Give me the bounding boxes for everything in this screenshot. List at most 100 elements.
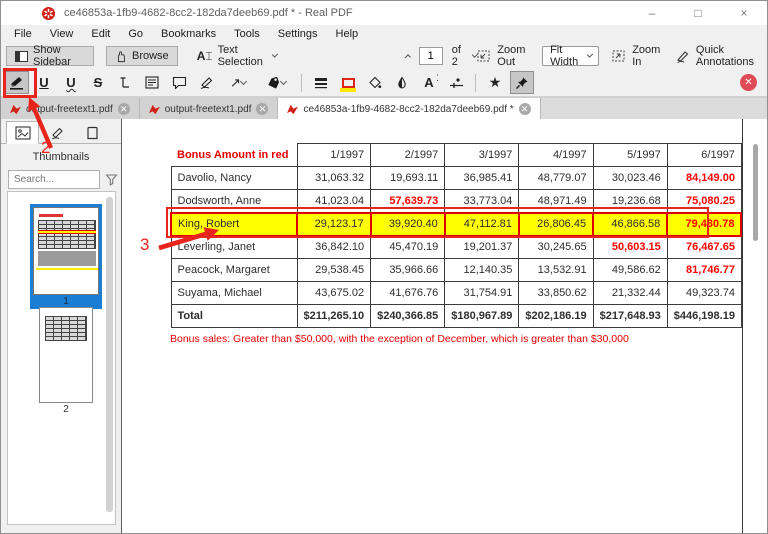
sidebar-icon xyxy=(15,51,28,62)
menu-item-go[interactable]: Go xyxy=(119,28,152,40)
font-icon: A xyxy=(424,75,433,90)
ink-pen-tool-button[interactable] xyxy=(194,71,218,94)
line-width-button[interactable] xyxy=(309,71,333,94)
bonus-value-cell: 31,063.32 xyxy=(297,167,371,190)
tab-close-icon[interactable]: ✕ xyxy=(519,103,531,115)
slider-icon xyxy=(449,77,464,89)
menu-item-help[interactable]: Help xyxy=(327,28,368,40)
squiggly-underline-icon: U xyxy=(66,75,75,90)
bonus-value-cell: 19,201.37 xyxy=(445,236,519,259)
caret-tool-button[interactable] xyxy=(113,71,137,94)
total-value-cell: $446,198.19 xyxy=(667,305,741,328)
sidebar-tab-thumbnails[interactable] xyxy=(6,121,39,144)
employee-name-cell: Davolio, Nancy xyxy=(171,167,297,190)
outline-color-button[interactable] xyxy=(336,71,360,94)
comment-tool-button[interactable] xyxy=(167,71,191,94)
highlight-tool-button[interactable] xyxy=(5,71,29,94)
column-header-cell: 1/1997 xyxy=(297,144,371,167)
bonus-value-cell: 75,080.25 xyxy=(667,190,741,213)
sidebar-tab-strip xyxy=(1,119,121,144)
sidebar-tab-bookmarks[interactable] xyxy=(76,121,109,144)
filter-funnel-icon[interactable] xyxy=(105,173,118,186)
page-navigation: of 2 xyxy=(406,44,476,68)
strikeout-icon: S xyxy=(94,75,103,90)
note-tool-button[interactable] xyxy=(140,71,164,94)
document-scrollbar[interactable] xyxy=(753,144,758,241)
menu-item-tools[interactable]: Tools xyxy=(225,28,269,40)
tab-close-icon[interactable]: ✕ xyxy=(256,103,268,115)
squiggly-underline-tool-button[interactable]: U xyxy=(59,71,83,94)
bonus-value-cell: 29,538.45 xyxy=(297,259,371,282)
bonus-value-cell: 12,140.35 xyxy=(445,259,519,282)
bonus-value-cell: 76,467.65 xyxy=(667,236,741,259)
zoom-in-label[interactable]: Zoom In xyxy=(632,44,661,68)
sidebar: Thumbnails 1 xyxy=(1,119,122,533)
previous-page-icon[interactable] xyxy=(405,54,411,60)
column-header-cell: 4/1997 xyxy=(519,144,593,167)
pen-icon xyxy=(199,76,214,89)
employee-name-cell: Leverling, Janet xyxy=(171,236,297,259)
arrow-tool-button[interactable]: ↗ xyxy=(221,71,255,94)
opacity-drop-button[interactable] xyxy=(390,71,414,94)
browse-button[interactable]: Browse xyxy=(106,46,178,66)
zoom-level-value: Fit Width xyxy=(550,44,579,68)
bonus-value-cell: 46,866.58 xyxy=(593,213,667,236)
document-tab-3[interactable]: ce46853a-1fb9-4682-8cc2-182da7deeb69.pdf… xyxy=(278,98,540,120)
bonus-value-cell: 21,332.44 xyxy=(593,282,667,305)
bonus-value-cell: 43,675.02 xyxy=(297,282,371,305)
page-thumbnail-2[interactable]: 2 xyxy=(33,307,99,417)
annotation-toolbar: U U S ↗ A ★ ✕ xyxy=(1,69,767,97)
sidebar-tab-annotations[interactable] xyxy=(41,121,74,144)
zoom-in-icon[interactable] xyxy=(611,49,626,63)
close-annotation-toolbar-button[interactable]: ✕ xyxy=(740,74,757,91)
fill-bucket-icon xyxy=(368,76,382,89)
droplet-icon xyxy=(396,76,408,89)
menu-item-settings[interactable]: Settings xyxy=(269,28,327,40)
bonus-value-cell: 39,920.40 xyxy=(371,213,445,236)
page-thumbnail-1[interactable]: 1 xyxy=(30,204,102,309)
document-tab-2[interactable]: output-freetext1.pdf✕ xyxy=(140,98,279,120)
bonus-value-cell: 30,245.65 xyxy=(519,236,593,259)
zoom-out-label[interactable]: Zoom Out xyxy=(497,44,532,68)
menu-item-bookmarks[interactable]: Bookmarks xyxy=(152,28,225,40)
strikeout-tool-button[interactable]: S xyxy=(86,71,110,94)
underline-tool-button[interactable]: U xyxy=(32,71,56,94)
hand-icon xyxy=(115,50,127,63)
menu-item-view[interactable]: View xyxy=(41,28,83,40)
pin-toolbar-button[interactable] xyxy=(510,71,534,94)
table-total-row: Total$211,265.10$240,366.85$180,967.89$2… xyxy=(171,305,741,328)
menu-item-file[interactable]: File xyxy=(5,28,41,40)
speech-bubble-icon xyxy=(172,76,187,89)
font-settings-button[interactable]: A xyxy=(417,71,441,94)
column-header-cell: 5/1997 xyxy=(593,144,667,167)
bonus-value-cell: 81,746.77 xyxy=(667,259,741,282)
zoom-out-icon[interactable] xyxy=(476,49,491,63)
bonus-table: Bonus Amount in red1/19972/19973/19974/1… xyxy=(170,143,742,328)
quick-annotations-icon[interactable] xyxy=(675,50,690,63)
minimize-button[interactable]: – xyxy=(629,1,675,25)
title-bar: ce46853a-1fb9-4682-8cc2-182da7deeb69.pdf… xyxy=(1,1,767,25)
table-row: Davolio, Nancy31,063.3219,693.1136,985.4… xyxy=(171,167,741,190)
text-selection-button[interactable]: A⌶ Text Selection xyxy=(188,46,286,66)
total-value-cell: $180,967.89 xyxy=(445,305,519,328)
bonus-value-cell: 48,779.07 xyxy=(519,167,593,190)
tab-close-icon[interactable]: ✕ xyxy=(118,103,130,115)
menu-item-edit[interactable]: Edit xyxy=(82,28,119,40)
bonus-value-cell: 45,470.19 xyxy=(371,236,445,259)
show-sidebar-button[interactable]: Show Sidebar xyxy=(6,46,94,66)
sidebar-scrollbar[interactable] xyxy=(106,197,113,512)
document-tab-1[interactable]: output-freetext1.pdf ✕ xyxy=(1,98,140,120)
thumbnail-search-input[interactable] xyxy=(8,170,100,189)
app-logo-icon xyxy=(41,6,56,21)
quick-annotations-label[interactable]: Quick Annotations xyxy=(696,44,759,68)
stamp-tool-button[interactable] xyxy=(258,71,294,94)
fill-color-button[interactable] xyxy=(363,71,387,94)
toolbar-separator xyxy=(475,74,476,92)
zoom-level-select[interactable]: Fit Width xyxy=(542,46,599,66)
favorite-tool-button[interactable]: ★ xyxy=(483,71,507,94)
tab-label: output-freetext1.pdf xyxy=(26,104,113,115)
maximize-button[interactable]: □ xyxy=(675,1,721,25)
page-number-input[interactable] xyxy=(419,47,443,65)
properties-slider-button[interactable] xyxy=(444,71,468,94)
close-button[interactable]: × xyxy=(721,1,767,25)
